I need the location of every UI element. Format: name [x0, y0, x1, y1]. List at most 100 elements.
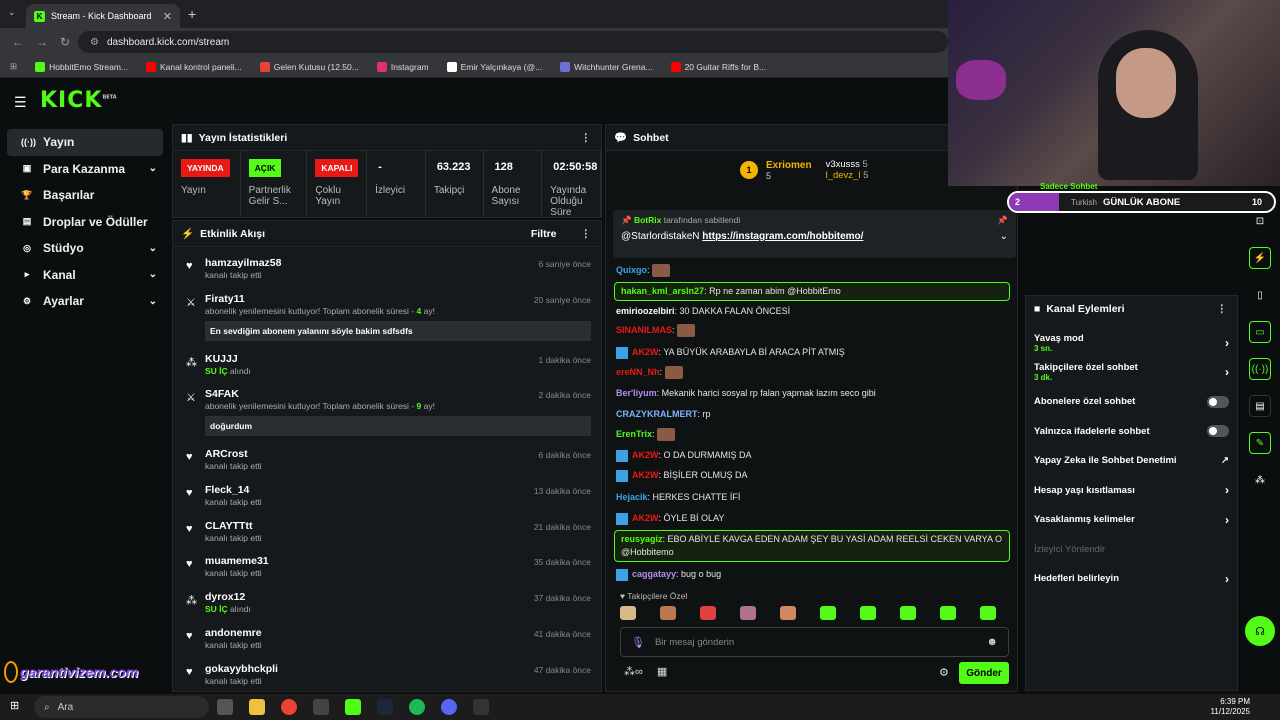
emote-icon[interactable]	[700, 606, 716, 620]
unpin-icon[interactable]: 📌	[997, 215, 1008, 226]
sidebar-item[interactable]: ▤ Droplar ve Ödüller	[7, 209, 163, 236]
chevron-right-icon[interactable]: ›	[1225, 513, 1229, 527]
browser-tab[interactable]: K Stream - Kick Dashboard ✕	[26, 4, 180, 28]
channel-action-item[interactable]: Hedefleri belirleyin ›	[1026, 564, 1237, 594]
sidebar-item[interactable]: ◎ Stüdyo ⌄	[7, 235, 163, 262]
task-view-icon[interactable]	[217, 699, 233, 715]
menu-icon[interactable]: ☰	[14, 94, 27, 111]
bookmark-item[interactable]: 20 Guitar Riffs for B...	[670, 61, 766, 72]
emote-icon[interactable]	[780, 606, 796, 620]
broadcast-icon[interactable]: ((·))	[1249, 358, 1271, 380]
chat-username[interactable]: emirioozelbiri	[616, 306, 675, 316]
forward-icon[interactable]: →	[36, 35, 48, 49]
channel-action-item[interactable]: Yalnızca ifadelerle sohbet	[1026, 417, 1237, 447]
emote-icon[interactable]	[820, 606, 836, 620]
send-button[interactable]: Gönder	[959, 662, 1009, 684]
drops-icon[interactable]: ⁂	[1249, 469, 1271, 491]
kick-logo[interactable]: KICKBETA	[40, 88, 117, 113]
kick-app-icon[interactable]	[345, 699, 361, 715]
taskbar-search[interactable]: ⌕ Ara	[34, 696, 209, 718]
tab-list-chevron-icon[interactable]: ⌄	[8, 7, 16, 18]
chat-username[interactable]: Ber'liyum	[616, 388, 657, 398]
sidebar-item[interactable]: ▸ Kanal ⌄	[7, 262, 163, 289]
sidebar-item[interactable]: ⚙ Ayarlar ⌄	[7, 288, 163, 315]
wrench-icon[interactable]: ✎	[1249, 432, 1271, 454]
chat-username[interactable]: ErenTrix	[616, 429, 652, 439]
bookmark-item[interactable]: Emir Yalçınkaya (@...	[446, 61, 542, 72]
points-icon[interactable]: ⁂∞	[624, 665, 643, 678]
chat-username[interactable]: CRAZYKRALMERT	[616, 409, 698, 419]
chevron-right-icon[interactable]: ›	[1225, 483, 1229, 497]
bookmark-item[interactable]: HobbitEmo Stream...	[35, 61, 128, 72]
sidebar-item[interactable]: 🏆 Başarılar	[7, 182, 163, 209]
document-icon[interactable]: ▯	[1249, 284, 1271, 306]
channel-action-item[interactable]: Hesap yaşı kısıtlaması ›	[1026, 476, 1237, 506]
layout-icon[interactable]: ▤	[1249, 395, 1271, 417]
emote-icon[interactable]	[860, 606, 876, 620]
site-info-icon[interactable]: ⚙	[90, 37, 99, 48]
emote-icon[interactable]	[620, 606, 636, 620]
chat-username[interactable]: AK2W	[632, 450, 659, 460]
back-icon[interactable]: ←	[12, 35, 24, 49]
bookmark-item[interactable]: Instagram	[376, 61, 429, 72]
mic-icon[interactable]: 🎙	[631, 636, 645, 649]
chrome-icon[interactable]	[281, 699, 297, 715]
chevron-down-icon[interactable]: ⌄	[149, 296, 157, 307]
bookmark-item[interactable]: Kanal kontrol paneli...	[146, 61, 242, 72]
channel-action-item[interactable]: Abonelere özel sohbet	[1026, 387, 1237, 417]
close-tab-icon[interactable]: ✕	[163, 10, 172, 23]
reload-icon[interactable]: ↻	[60, 35, 70, 49]
pinned-link[interactable]: https://instagram.com/hobbitemo/	[702, 231, 863, 242]
chevron-right-icon[interactable]: ›	[1225, 572, 1229, 586]
store-icon[interactable]: ▦	[657, 665, 667, 678]
apps-icon[interactable]: ⊞	[10, 61, 17, 72]
channel-action-item[interactable]: Yasaklanmış kelimeler ›	[1026, 505, 1237, 535]
emote-icon[interactable]	[740, 606, 756, 620]
obs-icon[interactable]	[473, 699, 489, 715]
chat-username[interactable]: AK2W	[632, 347, 659, 357]
expand-icon[interactable]: ⌄	[1000, 231, 1008, 242]
lightning-icon[interactable]: ⚡	[1249, 247, 1271, 269]
chevron-right-icon[interactable]: ›	[1225, 336, 1229, 350]
filter-button[interactable]: Filtre	[531, 228, 557, 240]
emoji-icon[interactable]: ☻	[986, 636, 998, 648]
taskbar-clock[interactable]: 6:39 PM 11/12/2025	[1211, 697, 1250, 717]
chat-icon[interactable]: ▭	[1249, 321, 1271, 343]
external-link-icon[interactable]: ↗	[1221, 455, 1229, 466]
xbox-icon[interactable]	[313, 699, 329, 715]
channel-action-item[interactable]: Yavaş mod 3 sn. ›	[1026, 328, 1237, 358]
chat-username[interactable]: AK2W	[632, 513, 659, 523]
toggle-switch[interactable]	[1207, 395, 1229, 408]
sidebar-item[interactable]: ((·)) Yayın	[7, 129, 163, 156]
bookmark-item[interactable]: Witchhunter Grena...	[560, 61, 653, 72]
chevron-down-icon[interactable]: ⌄	[149, 243, 157, 254]
emote-icon[interactable]	[980, 606, 996, 620]
chat-username[interactable]: reusyagiz	[621, 534, 663, 544]
screenshot-icon[interactable]: ⊡	[1249, 210, 1271, 232]
chat-username[interactable]: Quixgo	[616, 265, 647, 275]
chat-username[interactable]: Hejacik	[616, 492, 648, 502]
chevron-right-icon[interactable]: ›	[1225, 365, 1229, 379]
bookmark-item[interactable]: Gelen Kutusu (12.50...	[259, 61, 359, 72]
url-bar[interactable]: ⚙ dashboard.kick.com/stream	[78, 31, 948, 53]
chevron-down-icon[interactable]: ⌄	[149, 163, 157, 174]
emote-icon[interactable]	[660, 606, 676, 620]
chevron-down-icon[interactable]: ⌄	[149, 269, 157, 280]
chat-username[interactable]: ereNN_Nh	[616, 367, 660, 377]
more-icon[interactable]: ⋮	[1217, 303, 1228, 315]
more-icon[interactable]: ⋮	[581, 228, 592, 240]
channel-action-item[interactable]: Yapay Zeka ile Sohbet Denetimi ↗	[1026, 446, 1237, 476]
sidebar-item[interactable]: ▣ Para Kazanma ⌄	[7, 156, 163, 183]
chat-username[interactable]: AK2W	[632, 470, 659, 480]
help-button[interactable]: ☊	[1245, 616, 1275, 646]
toggle-switch[interactable]	[1207, 425, 1229, 438]
chat-username[interactable]: hakan_kml_arsln27	[621, 286, 704, 296]
chat-settings-icon[interactable]: ⚙	[939, 666, 949, 679]
chat-username[interactable]: caggatayy	[632, 569, 676, 579]
chat-input[interactable]: 🎙 Bir mesaj gönderin ☻	[620, 627, 1009, 657]
channel-action-item[interactable]: Takipçilere özel sohbet 3 dk. ›	[1026, 358, 1237, 388]
new-tab-icon[interactable]: +	[188, 6, 196, 22]
emote-icon[interactable]	[940, 606, 956, 620]
explorer-icon[interactable]	[249, 699, 265, 715]
emote-icon[interactable]	[900, 606, 916, 620]
